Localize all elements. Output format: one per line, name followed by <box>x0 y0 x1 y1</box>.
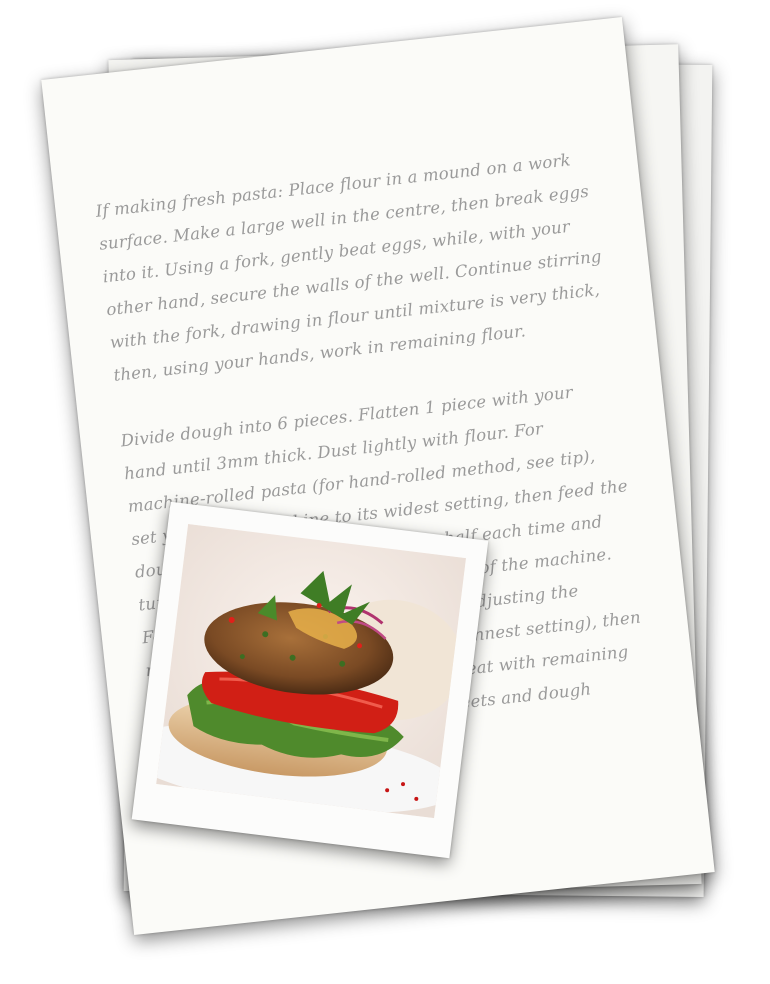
burger-photo <box>156 523 467 819</box>
burger-illustration <box>156 523 467 819</box>
recipe-paragraph: If making fresh pasta: Place flour in a … <box>94 150 603 385</box>
polaroid-photo-frame <box>131 501 489 859</box>
